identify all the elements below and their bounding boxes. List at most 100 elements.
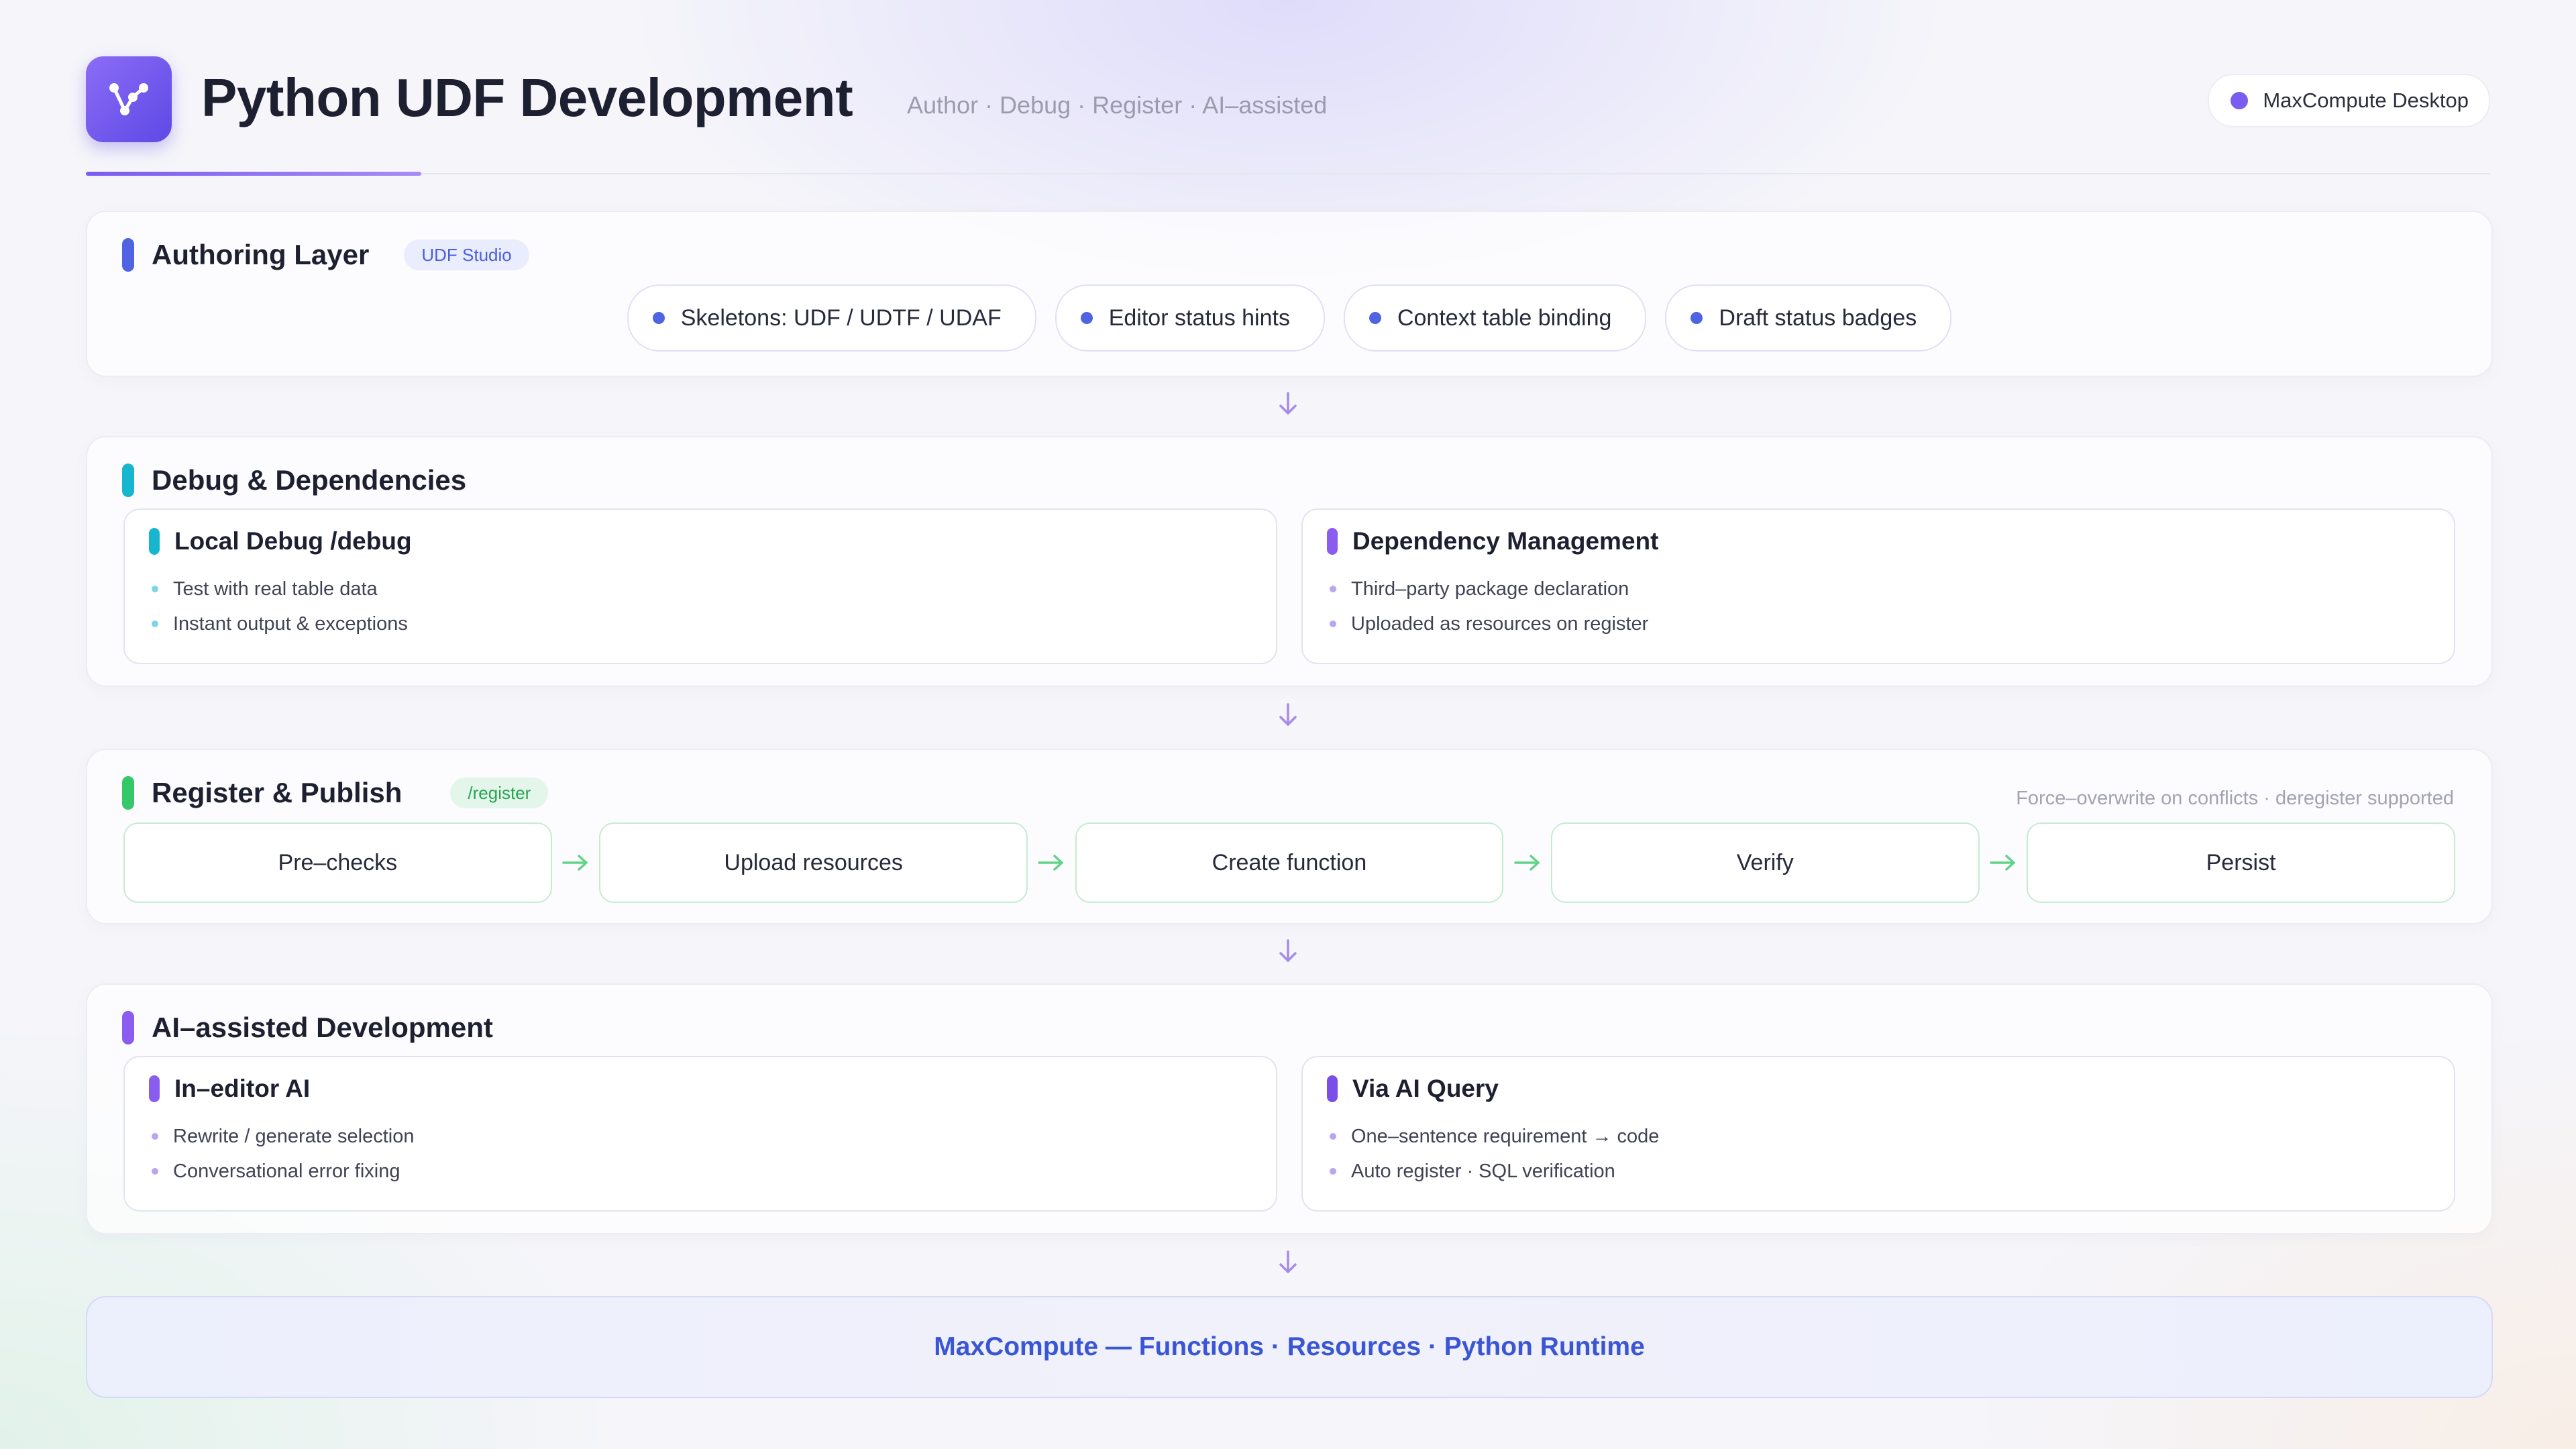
- section-marker-icon: [122, 238, 134, 272]
- step-upload-resources: Upload resources: [599, 822, 1028, 903]
- card-list: Rewrite / generate selection Conversatio…: [152, 1119, 414, 1189]
- bullet-icon: [652, 312, 665, 324]
- list-item: Third–party package declaration: [1330, 572, 1648, 606]
- in-editor-ai-card: In–editor AI Rewrite / generate selectio…: [123, 1056, 1277, 1212]
- list-item-text: Instant output & exceptions: [173, 612, 408, 635]
- debug-dependencies-header: Debug & Dependencies: [122, 462, 466, 499]
- bullet-icon: [152, 621, 158, 627]
- register-publish-panel: Register & Publish /register Force–overw…: [86, 749, 2493, 924]
- list-item-text: Test with real table data: [173, 578, 378, 600]
- product-badge: MaxCompute Desktop: [2208, 74, 2490, 127]
- function-graph-icon: [109, 83, 148, 115]
- authoring-layer-panel: Authoring Layer UDF Studio Skeletons: UD…: [86, 211, 2493, 377]
- list-item-text: Auto register · SQL verification: [1351, 1160, 1615, 1182]
- bullet-icon: [152, 586, 158, 592]
- step-pre-checks: Pre–checks: [123, 822, 552, 903]
- arrow-right-icon: [1028, 853, 1075, 873]
- local-debug-card: Local Debug /debug Test with real table …: [123, 508, 1277, 664]
- card-marker-icon: [149, 528, 160, 555]
- arrow-right-icon: [1503, 853, 1551, 873]
- card-list: Third–party package declaration Uploaded…: [1330, 572, 1648, 641]
- register-command-tag: /register: [450, 777, 549, 808]
- step-persist: Persist: [2027, 822, 2455, 903]
- list-item: Uploaded as resources on register: [1330, 606, 1648, 641]
- udf-studio-tag: UDF Studio: [404, 239, 529, 270]
- arrow-down-icon: [1279, 392, 1297, 415]
- step-create-function: Create function: [1075, 822, 1504, 903]
- bullet-icon: [152, 1168, 158, 1175]
- app-logo: [86, 56, 172, 142]
- bullet-icon: [1368, 312, 1381, 324]
- authoring-layer-header: Authoring Layer UDF Studio: [122, 236, 529, 274]
- card-header: In–editor AI: [149, 1075, 310, 1103]
- header-accent-line: [86, 172, 421, 176]
- bullet-icon: [152, 1133, 158, 1140]
- ai-cards: In–editor AI Rewrite / generate selectio…: [123, 1056, 2455, 1212]
- bullet-icon: [1330, 621, 1336, 627]
- page-subtitle: Author · Debug · Register · AI–assisted: [907, 91, 1328, 119]
- step-verify: Verify: [1550, 822, 1980, 903]
- arrow-right-icon: [1980, 853, 2027, 873]
- list-item-text: Rewrite / generate selection: [173, 1125, 415, 1147]
- section-marker-icon: [122, 776, 134, 810]
- card-list: One–sentence requirement → code Auto reg…: [1330, 1119, 1659, 1189]
- feature-pill-label: Context table binding: [1397, 305, 1612, 331]
- feature-pill-draft-badges: Draft status badges: [1665, 284, 1952, 352]
- feature-pill-skeletons: Skeletons: UDF / UDTF / UDAF: [627, 284, 1036, 352]
- list-item: One–sentence requirement → code: [1330, 1119, 1659, 1154]
- arrow-down-icon: [1279, 939, 1297, 962]
- list-item: Auto register · SQL verification: [1330, 1154, 1659, 1189]
- list-item: Test with real table data: [152, 572, 408, 606]
- via-ai-query-card: Via AI Query One–sentence requirement → …: [1301, 1056, 2455, 1212]
- section-marker-icon: [122, 464, 134, 497]
- ai-assisted-panel: AI–assisted Development In–editor AI Rew…: [86, 983, 2493, 1234]
- authoring-layer-title: Authoring Layer: [152, 239, 370, 270]
- badge-dot-icon: [2231, 92, 2249, 109]
- feature-pill-context-binding: Context table binding: [1343, 284, 1647, 352]
- register-pipeline: Pre–checks Upload resources Create funct…: [123, 822, 2455, 903]
- ai-assisted-header: AI–assisted Development: [122, 1009, 493, 1046]
- card-header: Local Debug /debug: [149, 527, 412, 555]
- list-item: Rewrite / generate selection: [152, 1119, 414, 1154]
- product-badge-label: MaxCompute Desktop: [2263, 89, 2469, 112]
- section-marker-icon: [122, 1011, 134, 1044]
- bullet-icon: [1330, 586, 1336, 592]
- arrow-down-icon: [1279, 1250, 1297, 1273]
- runtime-bar-label: MaxCompute — Functions · Resources · Pyt…: [934, 1332, 1645, 1361]
- card-title: Dependency Management: [1352, 527, 1659, 555]
- list-item-text: Uploaded as resources on register: [1351, 612, 1649, 635]
- register-publish-title: Register & Publish: [152, 777, 402, 808]
- bullet-icon: [1690, 312, 1703, 324]
- debug-cards: Local Debug /debug Test with real table …: [123, 508, 2455, 664]
- page-title: Python UDF Development: [201, 68, 853, 127]
- bullet-icon: [1330, 1168, 1336, 1175]
- register-note: Force–overwrite on conflicts · deregiste…: [2016, 788, 2454, 809]
- card-title: In–editor AI: [174, 1075, 311, 1102]
- debug-dependencies-panel: Debug & Dependencies Local Debug /debug …: [86, 436, 2493, 687]
- card-header: Dependency Management: [1327, 527, 1658, 555]
- arrow-down-icon: [1279, 703, 1297, 726]
- arrow-right-icon: [552, 853, 600, 873]
- list-item: Instant output & exceptions: [152, 606, 408, 641]
- card-list: Test with real table data Instant output…: [152, 572, 408, 641]
- header-divider: [86, 173, 2490, 174]
- bullet-icon: [1080, 312, 1093, 324]
- maxcompute-runtime-bar: MaxCompute — Functions · Resources · Pyt…: [86, 1296, 2493, 1398]
- card-marker-icon: [1327, 528, 1338, 555]
- register-publish-header: Register & Publish /register: [122, 774, 549, 812]
- card-header: Via AI Query: [1327, 1075, 1499, 1103]
- authoring-features: Skeletons: UDF / UDTF / UDAF Editor stat…: [87, 284, 2491, 352]
- bullet-icon: [1330, 1133, 1336, 1140]
- debug-dependencies-title: Debug & Dependencies: [152, 464, 467, 496]
- card-marker-icon: [1327, 1075, 1338, 1102]
- card-title: Local Debug /debug: [174, 527, 412, 555]
- list-item-text: Third–party package declaration: [1351, 578, 1629, 600]
- feature-pill-label: Draft status badges: [1719, 305, 1917, 331]
- page-header: Python UDF Development Author · Debug · …: [86, 56, 2490, 177]
- feature-pill-label: Editor status hints: [1108, 305, 1290, 331]
- list-item-text: Conversational error fixing: [173, 1160, 400, 1182]
- card-title: Via AI Query: [1352, 1075, 1499, 1102]
- list-item-text: One–sentence requirement → code: [1351, 1125, 1660, 1147]
- ai-assisted-title: AI–assisted Development: [152, 1012, 493, 1043]
- feature-pill-editor-hints: Editor status hints: [1055, 284, 1325, 352]
